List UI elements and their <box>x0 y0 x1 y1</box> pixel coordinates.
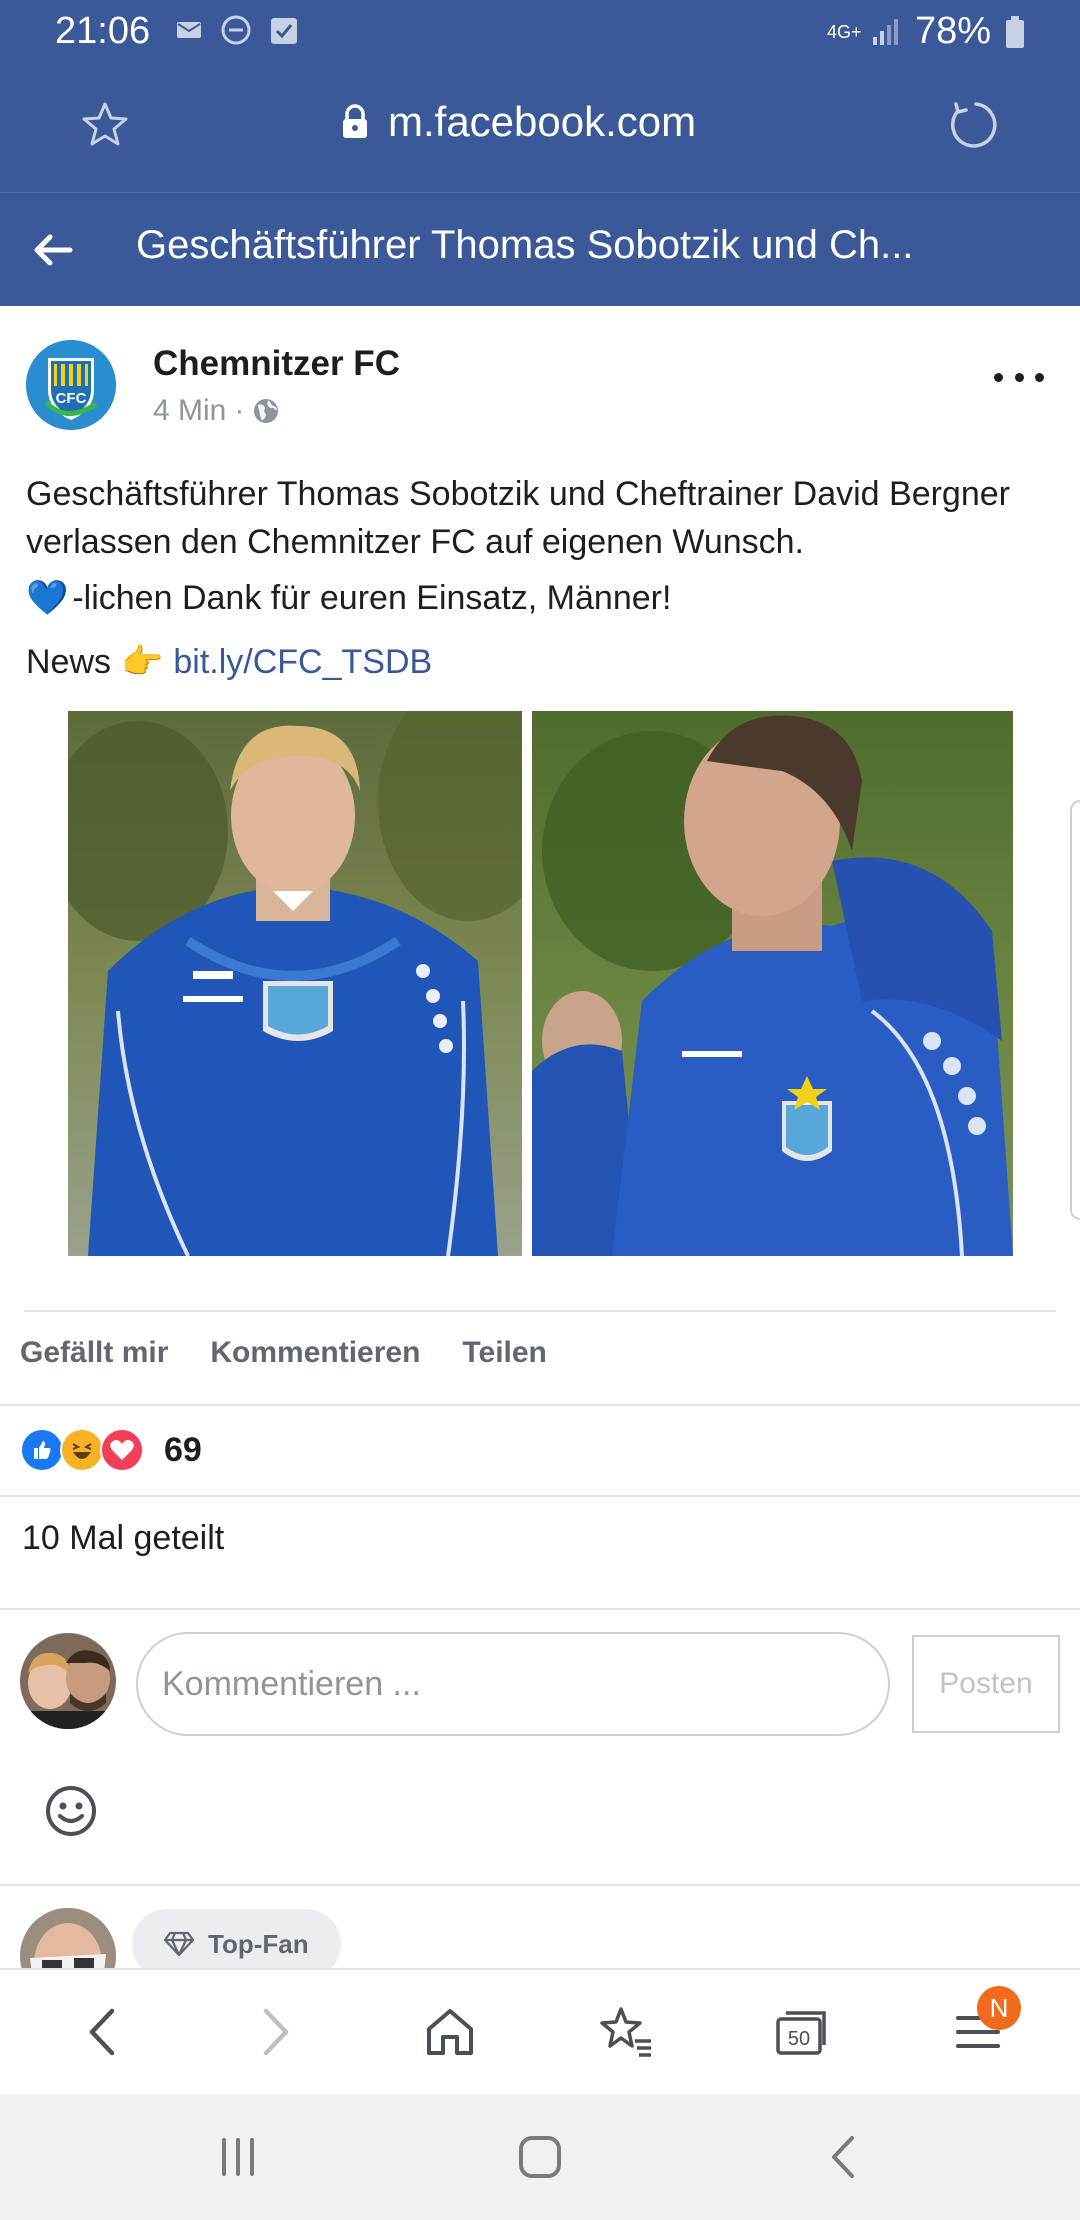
back-arrow-icon[interactable] <box>30 227 76 278</box>
haha-icon <box>60 1428 104 1472</box>
like-button[interactable]: Gefällt mir <box>20 1336 168 1370</box>
url-text: m.facebook.com <box>388 98 697 145</box>
task-check-icon <box>271 18 297 44</box>
emoji-icon[interactable] <box>44 1784 98 1838</box>
url-field[interactable]: m.facebook.com <box>340 98 696 146</box>
battery-icon <box>1006 15 1024 48</box>
top-fan-label: Top-Fan <box>208 1928 309 1959</box>
browser-back-icon[interactable] <box>70 2000 134 2064</box>
home-icon[interactable] <box>418 2000 482 2064</box>
bookmark-star-icon[interactable] <box>80 100 130 155</box>
battery-percent: 78% <box>914 10 991 52</box>
browser-url-bar: m.facebook.com <box>0 64 1080 192</box>
mail-icon <box>177 22 201 38</box>
tabs-count: 50 <box>788 2028 810 2050</box>
post-text-thanks: 💙 -lichen Dank für euren Einsatz, Männer… <box>26 578 671 618</box>
post-meta: 4 Min · <box>153 394 280 428</box>
status-bar: 21:06 4G+ 78% <box>0 0 1080 64</box>
page-header: Geschäftsführer Thomas Sobotzik und Ch..… <box>0 192 1080 306</box>
status-time: 21:06 <box>55 10 151 52</box>
post-time[interactable]: 4 Min <box>153 394 226 428</box>
menu-badge: N <box>977 1986 1021 2030</box>
screen: 21:06 4G+ 78% m.facebook.com Geschäftsfü… <box>0 0 1080 2220</box>
divider <box>0 1884 1080 1886</box>
diamond-icon <box>164 1931 194 1957</box>
browser-forward-icon[interactable] <box>244 2000 308 2064</box>
signal-icon <box>872 18 898 45</box>
meta-separator: · <box>234 394 245 427</box>
logo-text: CFC <box>56 390 87 407</box>
status-icons-left <box>176 14 298 46</box>
post-link[interactable]: bit.ly/CFC_TSDB <box>173 643 432 682</box>
recent-apps-icon[interactable] <box>214 2134 262 2185</box>
android-nav-bar <box>0 2094 1080 2220</box>
post-photo-right[interactable] <box>532 711 1013 1256</box>
page-avatar[interactable]: CFC <box>26 340 116 430</box>
user-avatar <box>20 1633 116 1729</box>
post-photo-left[interactable] <box>68 711 522 1256</box>
thanks-text: -lichen Dank für euren Einsatz, Männer! <box>72 578 672 617</box>
reaction-count: 69 <box>164 1430 202 1469</box>
status-icons-right: 4G+ 78% <box>827 10 1025 53</box>
post-actions: Gefällt mir Kommentieren Teilen <box>20 1336 547 1370</box>
love-icon <box>100 1428 144 1472</box>
comment-input[interactable] <box>136 1632 890 1736</box>
reactions-summary[interactable]: 69 <box>20 1428 202 1472</box>
comment-button[interactable]: Kommentieren <box>210 1336 420 1370</box>
network-type: 4G+ <box>826 21 862 42</box>
like-icon <box>20 1428 64 1472</box>
post-news-line: News 👉 bit.ly/CFC_TSDB <box>26 642 432 682</box>
post-text: Geschäftsführer Thomas Sobotzik und Chef… <box>26 475 1010 561</box>
divider <box>24 1310 1056 1312</box>
divider <box>0 1404 1080 1406</box>
page-title: Geschäftsführer Thomas Sobotzik und Ch..… <box>136 223 914 267</box>
lock-icon <box>343 104 367 138</box>
globe-icon <box>254 399 279 423</box>
pointing-hand-icon: 👉 <box>121 643 164 681</box>
bookmarks-icon[interactable] <box>594 2000 658 2064</box>
do-not-disturb-icon <box>221 15 251 45</box>
post-comment-button[interactable]: Posten <box>912 1635 1060 1733</box>
divider <box>0 1495 1080 1497</box>
divider <box>0 1608 1080 1610</box>
scrollbar[interactable] <box>1070 800 1080 1220</box>
reload-icon[interactable] <box>946 98 998 155</box>
blue-heart-icon: 💙 <box>26 579 69 617</box>
more-options-icon[interactable] <box>994 362 1044 392</box>
android-home-icon[interactable] <box>516 2134 564 2185</box>
page-name[interactable]: Chemnitzer FC <box>153 344 400 384</box>
tabs-icon[interactable]: 50 <box>770 2000 834 2064</box>
share-count[interactable]: 10 Mal geteilt <box>22 1519 224 1558</box>
news-label: News <box>26 642 112 681</box>
android-back-icon[interactable] <box>822 2134 870 2185</box>
share-button[interactable]: Teilen <box>462 1336 546 1370</box>
cfc-logo-icon: CFC <box>26 340 116 430</box>
browser-bottom-nav: 50 N <box>0 1968 1080 2094</box>
